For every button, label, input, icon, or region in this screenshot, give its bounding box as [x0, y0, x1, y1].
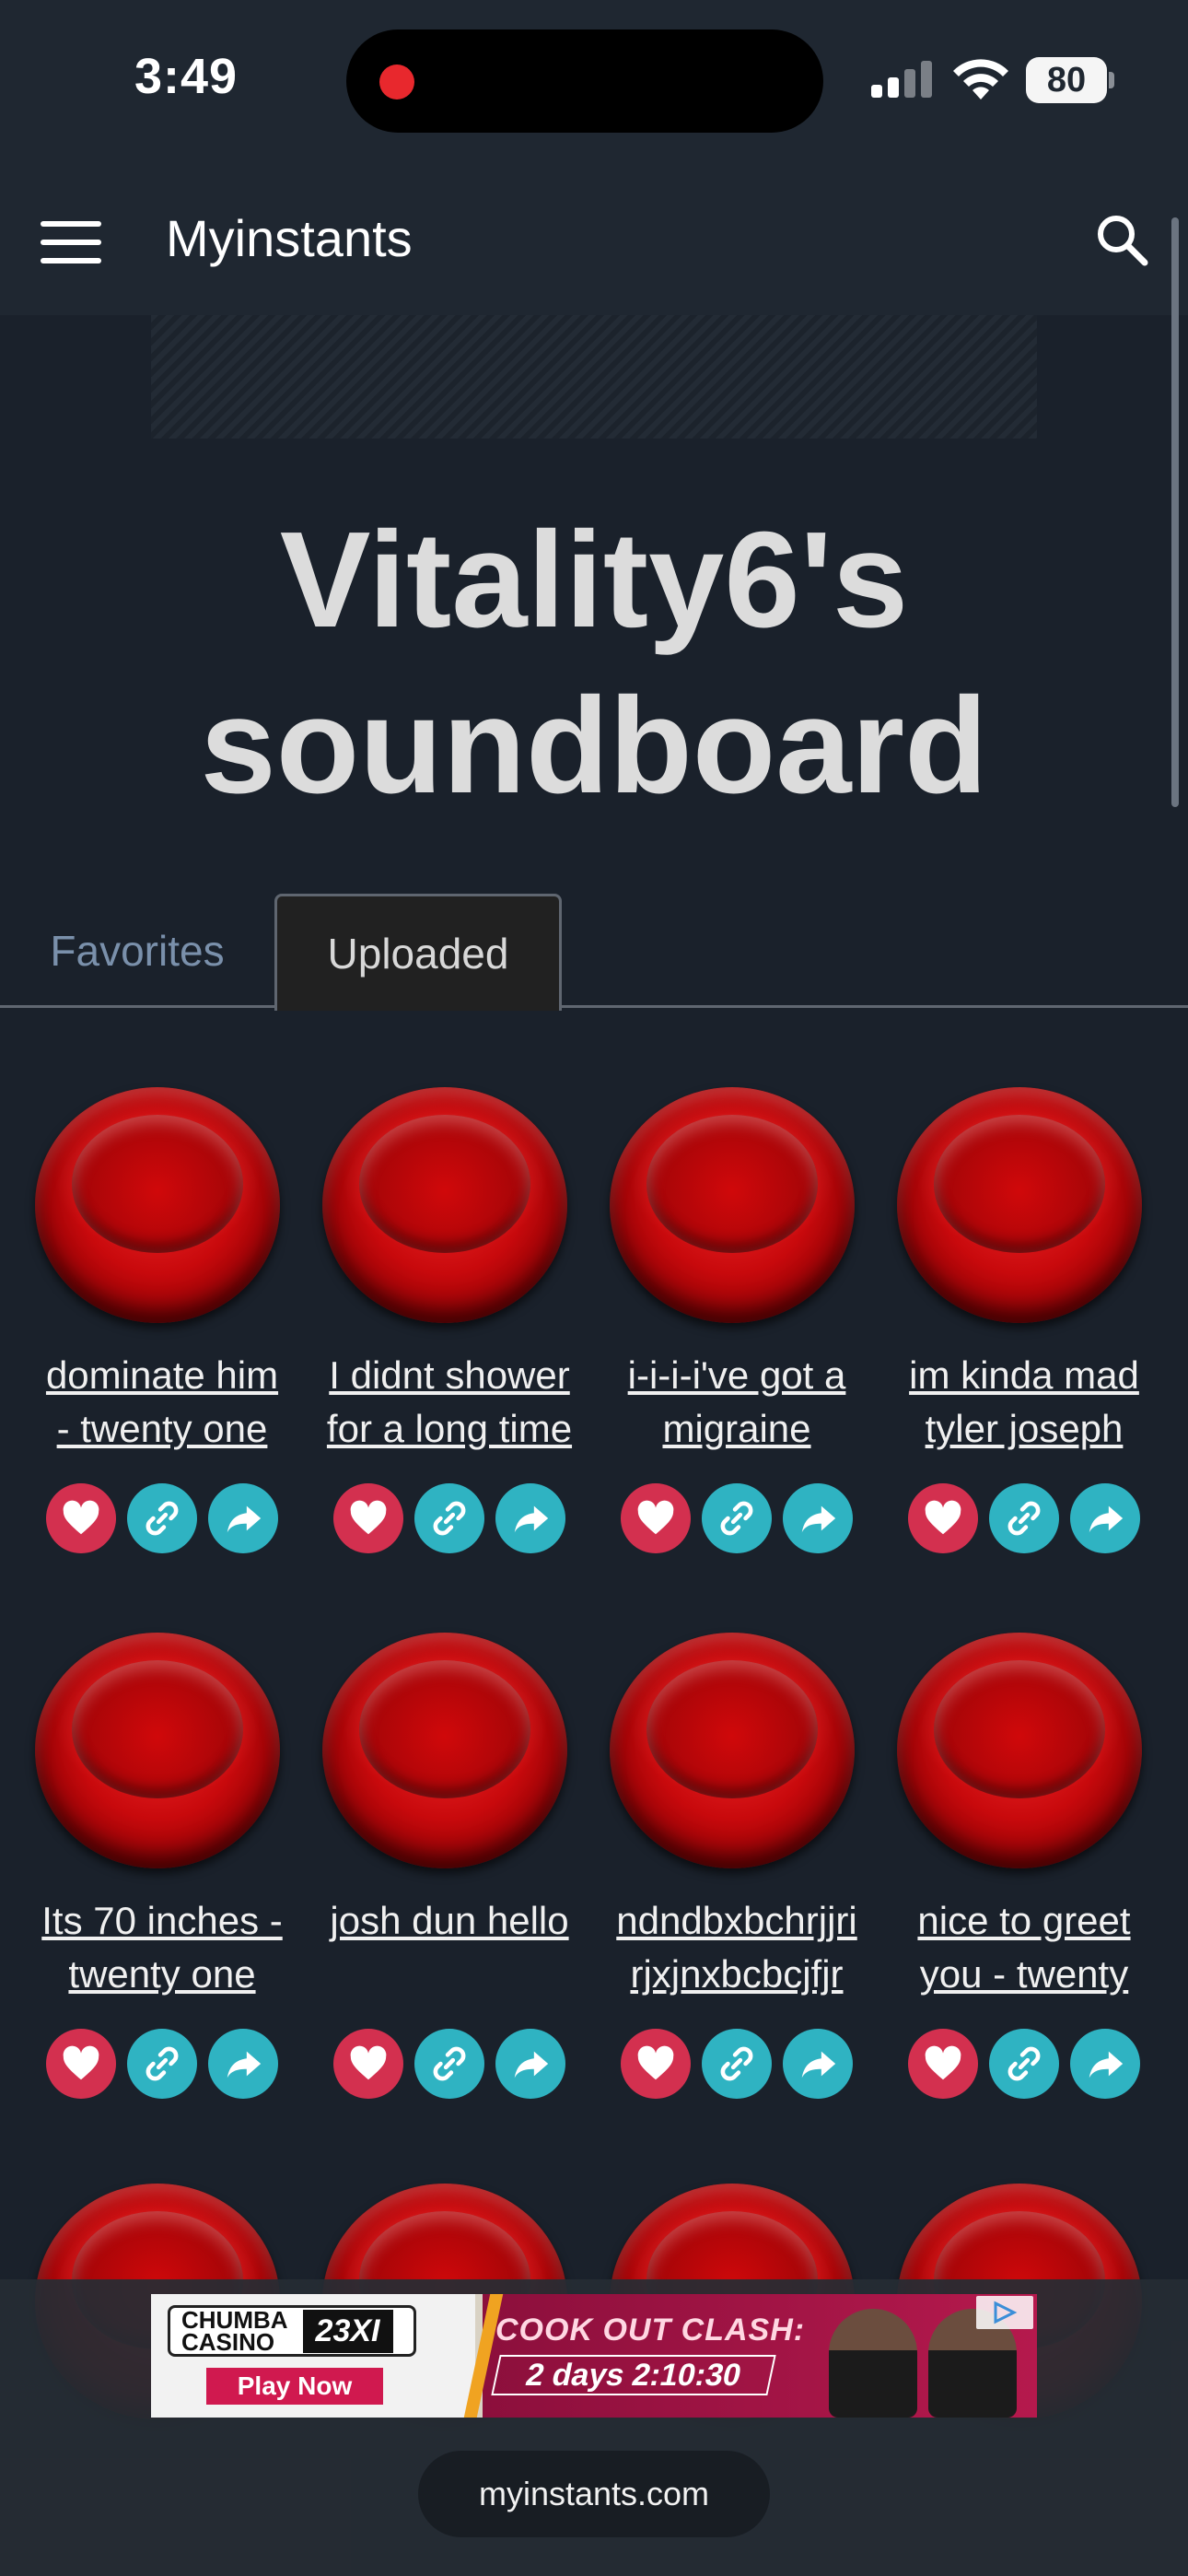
share-button[interactable]: [783, 1483, 853, 1553]
favorite-button[interactable]: [333, 1483, 403, 1553]
ad-banner[interactable]: CHUMBA CASINO 23XI Play Now COOK OUT CLAS…: [151, 2294, 1037, 2418]
copy-link-button[interactable]: [414, 2029, 484, 2099]
wifi-icon: [953, 59, 1008, 100]
heart-icon: [637, 1500, 674, 1535]
search-icon[interactable]: [1094, 212, 1149, 267]
link-icon: [146, 2046, 179, 2081]
share-icon: [227, 2051, 262, 2078]
favorite-button[interactable]: [46, 2029, 116, 2099]
share-icon: [1089, 1505, 1124, 1533]
cellular-signal-icon: [871, 61, 932, 98]
share-icon: [514, 1505, 549, 1533]
adchoices-icon[interactable]: [976, 2296, 1033, 2329]
copy-link-button[interactable]: [127, 1483, 197, 1553]
share-icon: [801, 1505, 836, 1533]
copy-link-button[interactable]: [414, 1483, 484, 1553]
heart-icon: [925, 1500, 961, 1535]
copy-link-button[interactable]: [702, 1483, 772, 1553]
link-icon: [720, 1501, 753, 1536]
ad-headline: COOK OUT CLASH:: [495, 2313, 806, 2348]
favorite-button[interactable]: [908, 1483, 978, 1553]
sound-actions: [908, 1483, 1144, 1555]
play-sound-button[interactable]: [35, 1087, 280, 1323]
sound-actions: [621, 2029, 856, 2101]
sound-title-link[interactable]: I didnt shower for a long time: [287, 1349, 611, 1456]
page-title-line1: Vitality6's: [279, 504, 909, 656]
heart-icon: [350, 2045, 387, 2080]
share-button[interactable]: [208, 2029, 278, 2099]
sound-title-link[interactable]: Its 70 inches - twenty one: [0, 1894, 324, 2001]
sound-actions: [46, 1483, 282, 1555]
sound-title-link[interactable]: josh dun hello: [287, 1894, 611, 1948]
site-title[interactable]: Myinstants: [166, 208, 413, 268]
status-bar: 3:49 80: [0, 0, 1188, 166]
link-icon: [1007, 2046, 1041, 2081]
share-icon: [514, 2051, 549, 2078]
sound-actions: [908, 2029, 1144, 2101]
link-icon: [433, 2046, 466, 2081]
share-button[interactable]: [1070, 2029, 1140, 2099]
copy-link-button[interactable]: [702, 2029, 772, 2099]
play-sound-button[interactable]: [322, 1633, 567, 1868]
ad-play-now-button[interactable]: Play Now: [206, 2368, 383, 2405]
copy-link-button[interactable]: [127, 2029, 197, 2099]
sound-actions: [333, 1483, 569, 1555]
share-icon: [1089, 2051, 1124, 2078]
play-sound-button[interactable]: [610, 1633, 855, 1868]
play-sound-button[interactable]: [610, 1087, 855, 1323]
play-sound-button[interactable]: [35, 1633, 280, 1868]
ad-placeholder: [151, 315, 1037, 439]
heart-icon: [63, 1500, 99, 1535]
play-sound-button[interactable]: [897, 1633, 1142, 1868]
page-title: Vitality6's soundboard: [0, 498, 1188, 829]
share-button[interactable]: [208, 1483, 278, 1553]
link-icon: [720, 2046, 753, 2081]
tab-uploaded[interactable]: Uploaded: [274, 894, 562, 1011]
recording-indicator: [379, 64, 414, 100]
copy-link-button[interactable]: [989, 2029, 1059, 2099]
sound-title-link[interactable]: dominate him - twenty one: [0, 1349, 324, 1456]
browser-url-bar[interactable]: myinstants.com: [418, 2451, 770, 2537]
hamburger-menu-icon[interactable]: [41, 221, 101, 265]
share-button[interactable]: [495, 1483, 565, 1553]
tab-favorites[interactable]: Favorites: [0, 894, 274, 1008]
heart-icon: [925, 2045, 961, 2080]
link-icon: [146, 1501, 179, 1536]
share-button[interactable]: [1070, 1483, 1140, 1553]
link-icon: [1007, 1501, 1041, 1536]
battery-indicator: 80: [1026, 57, 1114, 103]
heart-icon: [637, 2045, 674, 2080]
share-button[interactable]: [783, 2029, 853, 2099]
sound-actions: [46, 2029, 282, 2101]
favorite-button[interactable]: [621, 1483, 691, 1553]
share-icon: [801, 2051, 836, 2078]
sound-actions: [621, 1483, 856, 1555]
battery-level: 80: [1046, 60, 1087, 100]
sound-title-link[interactable]: im kinda mad tyler joseph: [862, 1349, 1186, 1456]
heart-icon: [350, 1500, 387, 1535]
favorite-button[interactable]: [333, 2029, 403, 2099]
share-icon: [227, 1505, 262, 1533]
sound-actions: [333, 2029, 569, 2101]
app-header: Myinstants: [0, 166, 1188, 315]
copy-link-button[interactable]: [989, 1483, 1059, 1553]
dynamic-island: [346, 29, 823, 133]
play-sound-button[interactable]: [322, 1087, 567, 1323]
favorite-button[interactable]: [46, 1483, 116, 1553]
link-icon: [433, 1501, 466, 1536]
heart-icon: [63, 2045, 99, 2080]
tab-bar: Favorites Uploaded: [0, 894, 1188, 1011]
play-sound-button[interactable]: [897, 1087, 1142, 1323]
favorite-button[interactable]: [621, 2029, 691, 2099]
ad-team-logo: 23XI: [302, 2309, 393, 2353]
sound-title-link[interactable]: i-i-i-i've got a migraine: [575, 1349, 899, 1456]
page-title-line2: soundboard: [200, 670, 988, 822]
ad-brand-logo: CHUMBA CASINO 23XI: [168, 2305, 416, 2357]
ad-countdown: 2 days 2:10:30: [491, 2355, 776, 2395]
sound-title-link[interactable]: nice to greet you - twenty: [862, 1894, 1186, 2001]
sound-title-link[interactable]: ndndbxbchrjjri rjxjnxbcbcjfjr: [575, 1894, 899, 2001]
favorite-button[interactable]: [908, 2029, 978, 2099]
share-button[interactable]: [495, 2029, 565, 2099]
clock: 3:49: [134, 49, 239, 104]
